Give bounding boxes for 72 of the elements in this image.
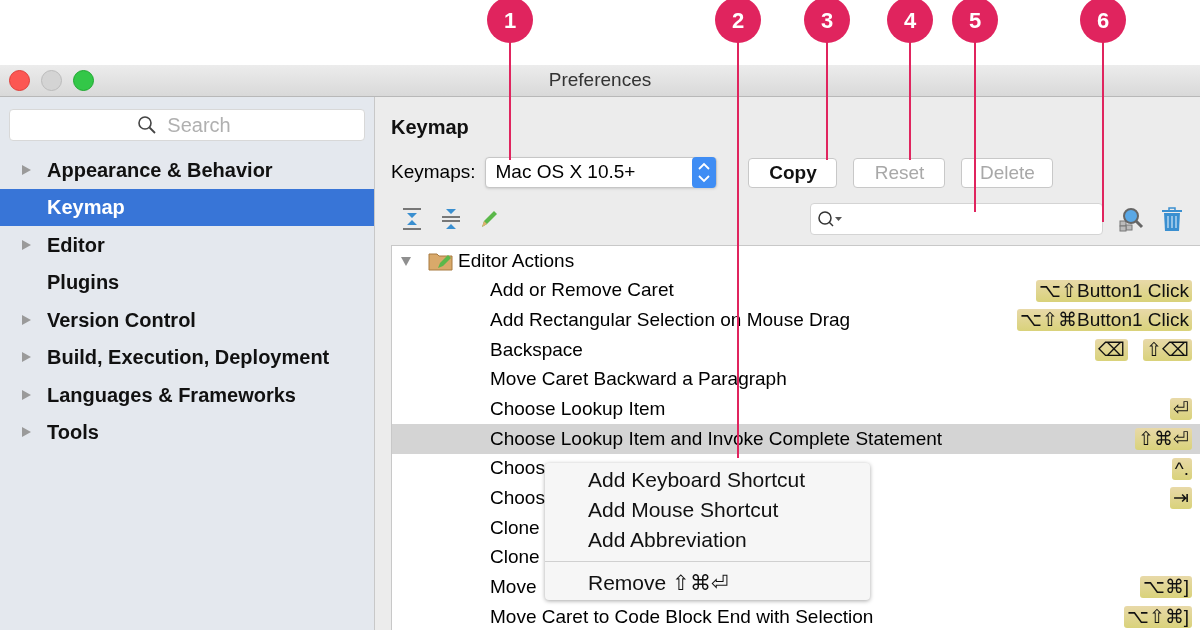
expand-arrow-icon[interactable]	[20, 426, 32, 439]
window-title: Preferences	[547, 68, 653, 93]
callout-marker: 4	[887, 0, 933, 43]
filter-field[interactable]	[810, 203, 1103, 235]
panel-heading: Keymap	[391, 115, 470, 140]
action-label[interactable]: Clone	[490, 543, 540, 572]
action-label[interactable]: Move Caret to Code Block End with Selection	[490, 602, 874, 630]
stepper-icon	[692, 157, 717, 188]
search-icon	[137, 115, 157, 135]
keymap-select[interactable]: Mac OS X 10.5+	[485, 157, 718, 188]
sidebar-item[interactable]: Version Control	[0, 301, 374, 339]
expand-arrow-icon[interactable]	[20, 388, 32, 401]
sidebar-item[interactable]: Languages & Frameworks	[0, 376, 374, 414]
trash-icon[interactable]	[1160, 206, 1184, 232]
sidebar-item-label: Tools	[47, 420, 99, 446]
shortcut-badge: ⌥⌘]	[1139, 576, 1192, 599]
search-field[interactable]: Search	[9, 109, 365, 141]
menu-item[interactable]: Add Abbreviation	[545, 525, 870, 555]
sidebar-item[interactable]: Tools	[0, 413, 374, 451]
action-label[interactable]: Choos	[490, 454, 545, 483]
sidebar-item-label: Build, Execution, Deployment	[47, 345, 330, 371]
shortcut-badge: ⇧⌘⏎	[1135, 427, 1192, 450]
shortcut-badge: ⌫	[1095, 338, 1128, 361]
minimize-button[interactable]	[41, 70, 62, 91]
callout-marker: 3	[804, 0, 850, 43]
sidebar-item-label: Version Control	[47, 307, 196, 333]
expand-all-icon[interactable]	[402, 207, 422, 231]
find-shortcut-icon[interactable]	[1118, 206, 1144, 232]
folder-icon	[428, 250, 454, 271]
menu-item[interactable]: Add Keyboard Shortcut	[545, 465, 870, 495]
shortcut-badge: ⌥⇧⌘Button1 Click	[1017, 309, 1192, 332]
zoom-button[interactable]	[73, 70, 94, 91]
action-label[interactable]: Move	[490, 573, 537, 602]
action-label[interactable]: Choos	[490, 484, 545, 513]
shortcut-badge: ⌥⇧⌘]	[1123, 606, 1192, 629]
action-label[interactable]: Clone	[490, 513, 540, 543]
menu-item[interactable]: Add Mouse Shortcut	[545, 495, 870, 525]
collapse-arrow-icon[interactable]	[400, 254, 412, 267]
expand-arrow-icon[interactable]	[20, 313, 32, 326]
search-icon	[817, 210, 843, 228]
action-label[interactable]: Add or Remove Caret	[490, 276, 674, 305]
sidebar-item-label: Editor	[47, 232, 105, 258]
expand-arrow-icon[interactable]	[20, 238, 32, 251]
callout-marker: 1	[487, 0, 533, 43]
expand-arrow-icon[interactable]	[20, 163, 32, 176]
callout-marker: 2	[715, 0, 761, 43]
sidebar-item-label: Languages & Frameworks	[47, 382, 296, 408]
shortcut-badge: ⇧⌫	[1143, 338, 1192, 361]
keymaps-label: Keymaps:	[391, 160, 476, 185]
sidebar-item[interactable]: Appearance & Behavior	[0, 151, 374, 189]
shortcut-badge: ⇥	[1170, 487, 1192, 510]
action-label[interactable]: Backspace	[490, 335, 583, 365]
sidebar-item[interactable]: Keymap	[0, 188, 374, 226]
close-button[interactable]	[9, 70, 30, 91]
toolbar-button[interactable]: Copy	[748, 157, 838, 188]
sidebar-item-label: Keymap	[47, 195, 125, 221]
sidebar-item[interactable]: Editor	[0, 226, 374, 264]
pencil-icon[interactable]	[479, 208, 499, 230]
sidebar-item-label: Appearance & Behavior	[47, 157, 273, 183]
shortcut-badge: ⏎	[1170, 398, 1192, 421]
callout-marker: 5	[952, 0, 998, 43]
collapse-all-icon[interactable]	[441, 207, 461, 231]
sidebar-item[interactable]: Build, Execution, Deployment	[0, 338, 374, 376]
shortcut-badge: ^.	[1171, 457, 1192, 480]
tree-group-label[interactable]: Editor Actions	[458, 246, 575, 276]
menu-item[interactable]: Remove ⇧⌘⏎	[545, 568, 870, 598]
callout-marker: 6	[1080, 0, 1126, 43]
sidebar-item-label: Plugins	[47, 270, 120, 296]
action-label[interactable]: Choose Lookup Item	[490, 395, 666, 424]
sidebar-item[interactable]: Plugins	[0, 263, 374, 301]
expand-arrow-icon[interactable]	[20, 351, 32, 364]
shortcut-badge: ⌥⇧Button1 Click	[1036, 279, 1192, 302]
